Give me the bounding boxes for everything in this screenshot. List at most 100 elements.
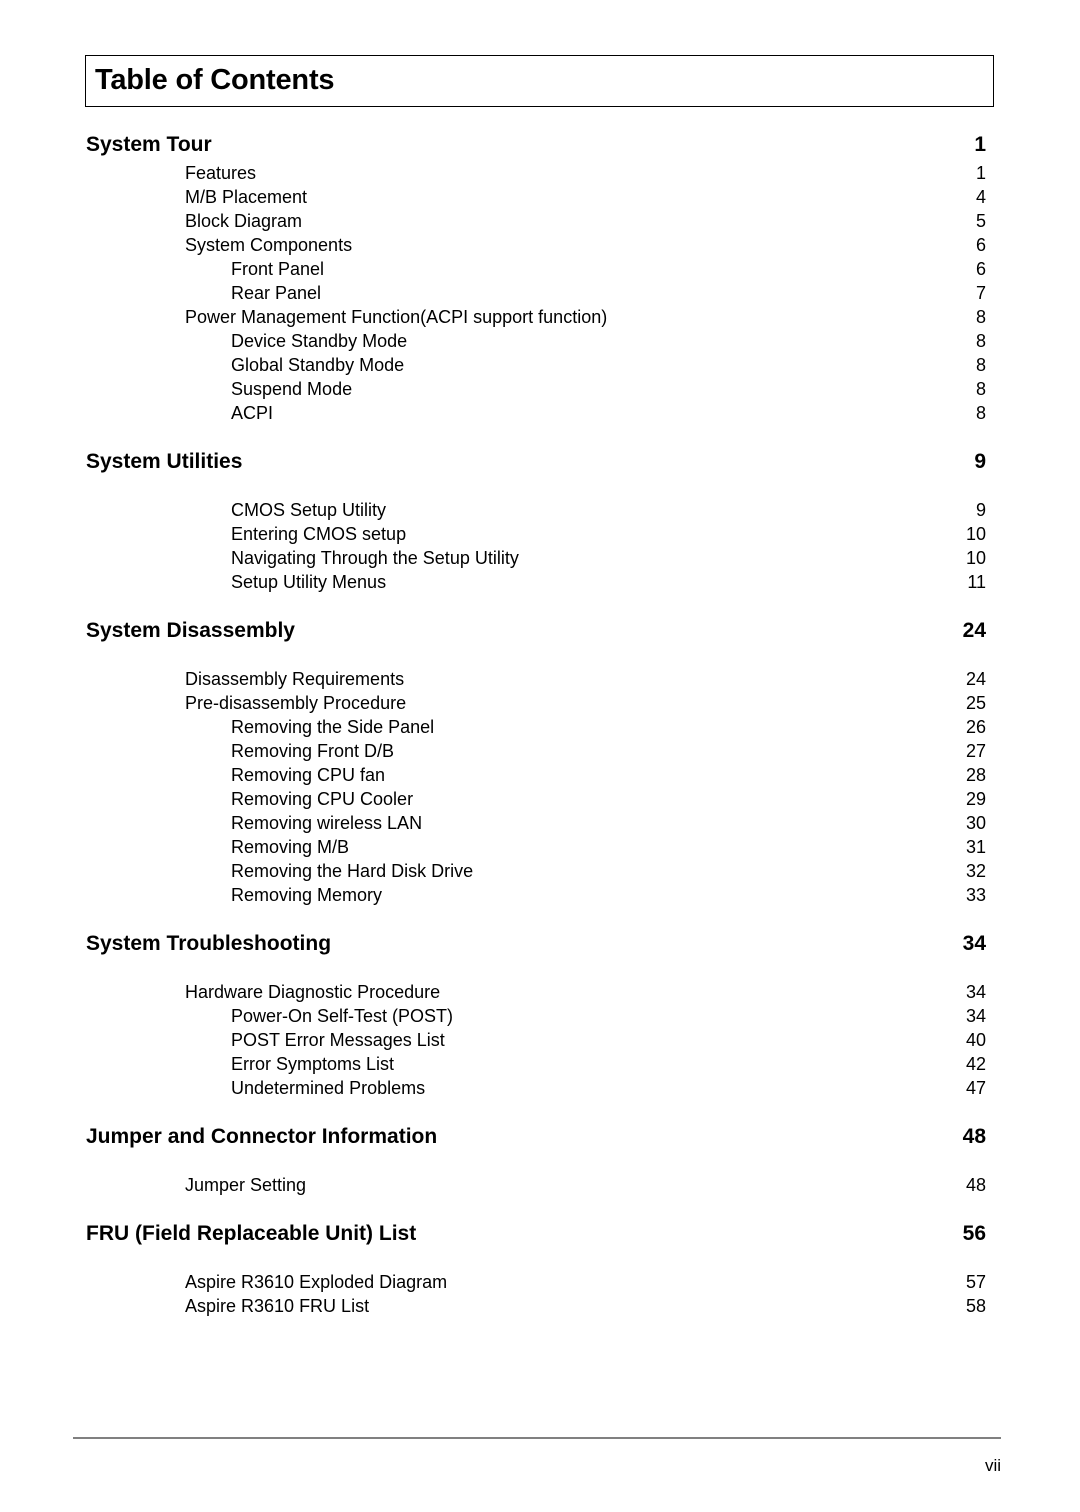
toc-chapter-entry[interactable]: System Utilities 9 bbox=[85, 445, 986, 478]
toc-section-entry[interactable]: ACPI 8 bbox=[85, 401, 986, 425]
document-page: Table of Contents System Tour 1 Features 1 M… bbox=[0, 0, 1080, 1512]
toc-chapter-entry[interactable]: FRU (Field Replaceable Unit) List 56 bbox=[85, 1217, 986, 1250]
toc-section-entry[interactable]: Removing wireless LAN 30 bbox=[85, 811, 986, 835]
toc-entry-label: Error Symptoms List bbox=[231, 1054, 395, 1074]
toc-entry-label: System Components bbox=[185, 235, 353, 255]
toc-entry-page-number: 47 bbox=[965, 1078, 986, 1098]
toc-entry-page-number: 6 bbox=[975, 259, 986, 279]
toc-entry-page-number: 10 bbox=[965, 548, 986, 568]
toc-chapter-entry[interactable]: System Disassembly 24 bbox=[85, 614, 986, 647]
toc-section-entry[interactable]: Removing the Hard Disk Drive 32 bbox=[85, 859, 986, 883]
toc-section-entry[interactable]: CMOS Setup Utility 9 bbox=[85, 498, 986, 522]
toc-entry-page-number: 34 bbox=[965, 1006, 986, 1026]
toc-entry-page-number: 4 bbox=[975, 187, 986, 207]
toc-entry-page-number: 25 bbox=[965, 693, 986, 713]
page-title: Table of Contents bbox=[95, 63, 335, 96]
toc-entry-page-number: 6 bbox=[975, 235, 986, 255]
toc-entry-page-number: 34 bbox=[962, 932, 986, 955]
toc-entry-page-number: 8 bbox=[975, 379, 986, 399]
toc-entry-label: Jumper Setting bbox=[185, 1175, 307, 1195]
toc-entry-page-number: 8 bbox=[975, 331, 986, 351]
toc-section-entry[interactable]: Removing Front D/B 27 bbox=[85, 739, 986, 763]
toc-section-entry[interactable]: Setup Utility Menus 11 bbox=[85, 570, 986, 594]
table-of-contents-title-box: Table of Contents bbox=[85, 55, 994, 107]
toc-entry-page-number: 27 bbox=[965, 741, 986, 761]
toc-section-entry[interactable]: Pre-disassembly Procedure 25 bbox=[85, 691, 986, 715]
toc-entry-page-number: 57 bbox=[965, 1272, 986, 1292]
toc-entry-label: FRU (Field Replaceable Unit) List bbox=[86, 1222, 417, 1245]
toc-section-entry[interactable]: Aspire R3610 Exploded Diagram 57 bbox=[85, 1270, 986, 1294]
toc-entry-page-number: 42 bbox=[965, 1054, 986, 1074]
toc-entry-label: Rear Panel bbox=[231, 283, 322, 303]
toc-entry-page-number: 24 bbox=[965, 669, 986, 689]
toc-entry-label: Global Standby Mode bbox=[231, 355, 405, 375]
toc-section-entry[interactable]: Aspire R3610 FRU List 58 bbox=[85, 1294, 986, 1318]
toc-entry-label: POST Error Messages List bbox=[231, 1030, 445, 1050]
toc-entry-page-number: 1 bbox=[975, 163, 986, 183]
toc-section-entry[interactable]: Global Standby Mode 8 bbox=[85, 353, 986, 377]
toc-entry-page-number: 48 bbox=[962, 1125, 986, 1148]
toc-entry-page-number: 32 bbox=[965, 861, 986, 881]
toc-section-entry[interactable]: Navigating Through the Setup Utility 10 bbox=[85, 546, 986, 570]
toc-chapter-entry[interactable]: Jumper and Connector Information 48 bbox=[85, 1120, 986, 1153]
toc-entry-label: CMOS Setup Utility bbox=[231, 500, 387, 520]
toc-section-entry[interactable]: Rear Panel 7 bbox=[85, 281, 986, 305]
toc-section-entry[interactable]: Front Panel 6 bbox=[85, 257, 986, 281]
toc-entry-page-number: 34 bbox=[965, 982, 986, 1002]
toc-section-entry[interactable]: System Components 6 bbox=[85, 233, 986, 257]
toc-section-entry[interactable]: POST Error Messages List 40 bbox=[85, 1028, 986, 1052]
toc-section-entry[interactable]: Block Diagram 5 bbox=[85, 209, 986, 233]
toc-entry-label: Aspire R3610 FRU List bbox=[185, 1296, 370, 1316]
toc-section-entry[interactable]: Removing M/B 31 bbox=[85, 835, 986, 859]
toc-entry-label: Device Standby Mode bbox=[231, 331, 408, 351]
toc-entry-label: Aspire R3610 Exploded Diagram bbox=[185, 1272, 448, 1292]
toc-entry-label: System Disassembly bbox=[86, 619, 295, 642]
toc-section-entry[interactable]: Disassembly Requirements 24 bbox=[85, 667, 986, 691]
toc-section-entry[interactable]: Jumper Setting 48 bbox=[85, 1173, 986, 1197]
toc-section-entry[interactable]: Device Standby Mode 8 bbox=[85, 329, 986, 353]
toc-entry-label: Front Panel bbox=[231, 259, 325, 279]
toc-section-entry[interactable]: Hardware Diagnostic Procedure 34 bbox=[85, 980, 986, 1004]
toc-entry-label: Power Management Function(ACPI support f… bbox=[185, 307, 608, 327]
toc-section-entry[interactable]: Undetermined Problems 47 bbox=[85, 1076, 986, 1100]
toc-entry-page-number: 28 bbox=[965, 765, 986, 785]
toc-entry-page-number: 11 bbox=[967, 572, 986, 592]
toc-entry-page-number: 7 bbox=[975, 283, 986, 303]
toc-section-entry[interactable]: Power-On Self-Test (POST) 34 bbox=[85, 1004, 986, 1028]
toc-entry-page-number: 24 bbox=[962, 619, 986, 642]
toc-section-entry[interactable]: Power Management Function(ACPI support f… bbox=[85, 305, 986, 329]
toc-entry-page-number: 31 bbox=[965, 837, 986, 857]
toc-entry-label: Setup Utility Menus bbox=[231, 572, 387, 592]
toc-entry-page-number: 8 bbox=[975, 355, 986, 375]
toc-entry-label: Disassembly Requirements bbox=[185, 669, 405, 689]
toc-section-entry[interactable]: Suspend Mode 8 bbox=[85, 377, 986, 401]
toc-entry-label: Removing the Hard Disk Drive bbox=[231, 861, 474, 881]
toc-entry-page-number: 5 bbox=[975, 211, 986, 231]
footer-divider bbox=[73, 1437, 1001, 1439]
toc-section-entry[interactable]: Entering CMOS setup 10 bbox=[85, 522, 986, 546]
toc-section-entry[interactable]: Removing CPU fan 28 bbox=[85, 763, 986, 787]
table-of-contents-list: System Tour 1 Features 1 M/B Placement 4 Block… bbox=[85, 126, 986, 1318]
toc-entry-label: Removing wireless LAN bbox=[231, 813, 423, 833]
toc-entry-page-number: 48 bbox=[965, 1175, 986, 1195]
toc-entry-label: Hardware Diagnostic Procedure bbox=[185, 982, 441, 1002]
toc-entry-label: Suspend Mode bbox=[231, 379, 353, 399]
toc-chapter-entry[interactable]: System Tour 1 bbox=[85, 128, 986, 161]
toc-entry-page-number: 10 bbox=[965, 524, 986, 544]
toc-entry-page-number: 8 bbox=[975, 403, 986, 423]
toc-entry-label: Removing CPU fan bbox=[231, 765, 386, 785]
toc-entry-label: System Tour bbox=[86, 133, 212, 156]
toc-entry-page-number: 8 bbox=[975, 307, 986, 327]
toc-entry-label: Removing M/B bbox=[231, 837, 350, 857]
toc-entry-page-number: 1 bbox=[974, 133, 986, 156]
toc-chapter-entry[interactable]: System Troubleshooting 34 bbox=[85, 927, 986, 960]
toc-section-entry[interactable]: Removing the Side Panel 26 bbox=[85, 715, 986, 739]
toc-section-entry[interactable]: Removing Memory 33 bbox=[85, 883, 986, 907]
toc-section-entry[interactable]: Removing CPU Cooler 29 bbox=[85, 787, 986, 811]
toc-section-entry[interactable]: Features 1 bbox=[85, 161, 986, 185]
toc-section-entry[interactable]: M/B Placement 4 bbox=[85, 185, 986, 209]
toc-entry-label: M/B Placement bbox=[185, 187, 308, 207]
toc-section-entry[interactable]: Error Symptoms List 42 bbox=[85, 1052, 986, 1076]
toc-entry-label: Jumper and Connector Information bbox=[86, 1125, 438, 1148]
toc-entry-page-number: 9 bbox=[975, 500, 986, 520]
